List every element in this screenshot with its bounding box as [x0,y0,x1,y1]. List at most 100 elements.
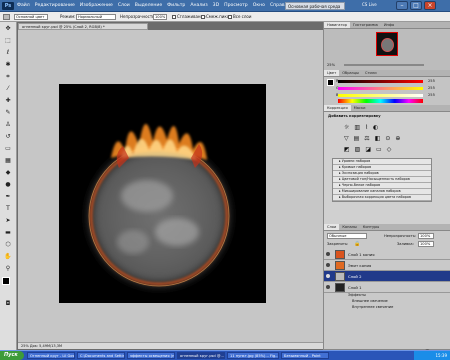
pen-tool-icon[interactable]: ✒ [3,192,13,202]
selective-color-icon[interactable]: ◇ [387,146,392,153]
zoom-tool-icon[interactable]: ⚲ [3,264,13,274]
visibility-eye-icon[interactable] [326,285,330,289]
move-tool-icon[interactable]: ✥ [3,24,13,34]
posterize-icon[interactable]: ▨ [355,146,361,153]
tab-histogram[interactable]: Гистограмма [350,22,381,28]
hue-saturation-icon[interactable]: ▤ [354,135,360,142]
all-layers-checkbox[interactable] [228,15,232,19]
maximize-button[interactable]: □ [410,1,422,10]
opacity-field[interactable]: 100% [153,14,167,20]
layer-row[interactable]: Слой 1 [324,282,450,293]
dodge-tool-icon[interactable]: ● [3,180,13,190]
tab-adjustments[interactable]: Коррекция [324,105,351,111]
channel-r-slider[interactable] [338,80,423,83]
cs-live-button[interactable]: CS Live [362,2,377,7]
fill-source-select[interactable]: Основной цвет [14,14,48,20]
tab-info[interactable]: Инфо [381,22,397,28]
tab-swatches[interactable]: Образцы [339,70,362,76]
history-brush-tool-icon[interactable]: ↺ [3,132,13,142]
healing-brush-tool-icon[interactable]: ✚ [3,96,13,106]
layer-row-selected[interactable]: Слой 2 [324,271,450,282]
document-tab[interactable]: огненный круг.psd @ 25% (Слой 2, RGB/8) … [18,23,148,30]
menu-image[interactable]: Изображение [80,3,113,8]
taskbar-item[interactable]: Безымянный - Paint [281,352,329,359]
marquee-tool-icon[interactable]: ⬚ [3,36,13,46]
taskbar-item-active[interactable]: огненный круг.psd @... [177,352,225,359]
menu-layers[interactable]: Слои [118,3,130,8]
tab-layers[interactable]: Слои [324,224,340,230]
threshold-icon[interactable]: ◪ [365,146,371,153]
tab-color[interactable]: Цвет [324,70,340,76]
color-swatches[interactable] [0,277,16,297]
tab-channels[interactable]: Каналы [339,224,359,230]
menu-select[interactable]: Выделение [135,3,162,8]
brush-tool-icon[interactable]: ✎ [3,108,13,118]
color-spectrum-bar[interactable] [338,99,423,103]
blur-tool-icon[interactable]: ◆ [3,168,13,178]
tab-navigator[interactable]: Навигатор [324,22,351,28]
foreground-color-swatch[interactable] [2,277,10,285]
effect-inner-glow[interactable]: Внутреннее свечение [324,305,450,311]
menu-file[interactable]: Файл [17,3,30,8]
path-selection-tool-icon[interactable]: ➤ [3,216,13,226]
workspace-switcher[interactable]: Основная рабочая среда [285,2,345,10]
tab-masks[interactable]: Маски [351,105,369,111]
vibrance-icon[interactable]: ▽ [344,135,349,142]
gradient-map-icon[interactable]: ▭ [376,146,382,153]
eyedropper-tool-icon[interactable]: ⁄ [3,84,13,94]
shape-tool-icon[interactable]: ▬ [3,228,13,238]
photo-filter-icon[interactable]: ⊙ [385,135,390,142]
layer-row[interactable]: Эмит копия [324,260,450,271]
exposure-icon[interactable]: ◐ [373,124,378,131]
menu-analysis[interactable]: Анализ [190,3,207,8]
eraser-tool-icon[interactable]: ▭ [3,144,13,154]
close-button[interactable]: × [424,1,436,10]
channel-mixer-icon[interactable]: ⊕ [395,135,400,142]
start-button[interactable]: Пуск [0,351,24,360]
taskbar-item[interactable]: C:\Documents and Settin... [77,352,125,359]
quick-mask-icon[interactable]: ◘ [3,299,13,309]
taskbar-item[interactable]: эффекты освещения (н... [127,352,175,359]
black-white-icon[interactable]: ◧ [375,135,381,142]
taskbar-item[interactable]: 11 пункт.jpg (85%)... Fig... [227,352,279,359]
crop-tool-icon[interactable]: ⌗ [3,72,13,82]
menu-view[interactable]: Просмотр [224,3,248,8]
layer-opacity-field[interactable]: 100% [418,233,434,239]
lock-icon[interactable]: 🔒 [354,241,360,247]
menu-filter[interactable]: Фильтр [167,3,185,8]
layer-row[interactable]: Слой 1 копия [324,249,450,260]
levels-icon[interactable]: ▥ [354,124,360,131]
visibility-eye-icon[interactable] [326,252,330,256]
gradient-tool-icon[interactable]: ▦ [3,156,13,166]
invert-icon[interactable]: ◩ [344,146,350,153]
navigator-zoom-slider[interactable] [344,64,424,66]
clone-stamp-tool-icon[interactable]: ♙ [3,120,13,130]
paint-bucket-icon[interactable] [3,14,10,20]
channel-g-value[interactable]: 255 [428,86,435,90]
visibility-eye-icon[interactable] [326,274,330,278]
color-balance-icon[interactable]: ⚖ [364,135,369,142]
magic-wand-tool-icon[interactable]: ✱ [3,60,13,70]
visibility-eye-icon[interactable] [326,263,330,267]
channel-b-slider[interactable] [338,94,423,97]
curves-icon[interactable]: ⌇ [365,124,368,131]
adjacent-checkbox[interactable] [201,15,205,19]
brightness-icon[interactable]: ☼ [344,124,349,131]
menu-3d[interactable]: 3D [213,3,219,8]
smooth-checkbox[interactable] [172,15,176,19]
minimize-button[interactable]: – [396,1,408,10]
menu-edit[interactable]: Редактирование [35,3,75,8]
tab-styles[interactable]: Стили [362,70,380,76]
lasso-tool-icon[interactable]: ℓ [3,48,13,58]
image-canvas[interactable] [59,84,266,303]
channel-g-slider[interactable] [338,87,423,90]
tab-paths[interactable]: Контуры [360,224,382,230]
preset-selective-color[interactable]: ▸ Выборочная коррекция цвета наборов [333,195,431,201]
blend-mode-select[interactable]: Обычные [327,233,367,239]
channel-b-value[interactable]: 255 [428,93,435,97]
navigator-preview[interactable] [376,32,398,56]
type-tool-icon[interactable]: T [3,204,13,214]
3d-tool-icon[interactable]: ⬡ [3,240,13,250]
color-fg-swatch[interactable] [327,79,334,86]
channel-r-value[interactable]: 255 [428,79,435,83]
